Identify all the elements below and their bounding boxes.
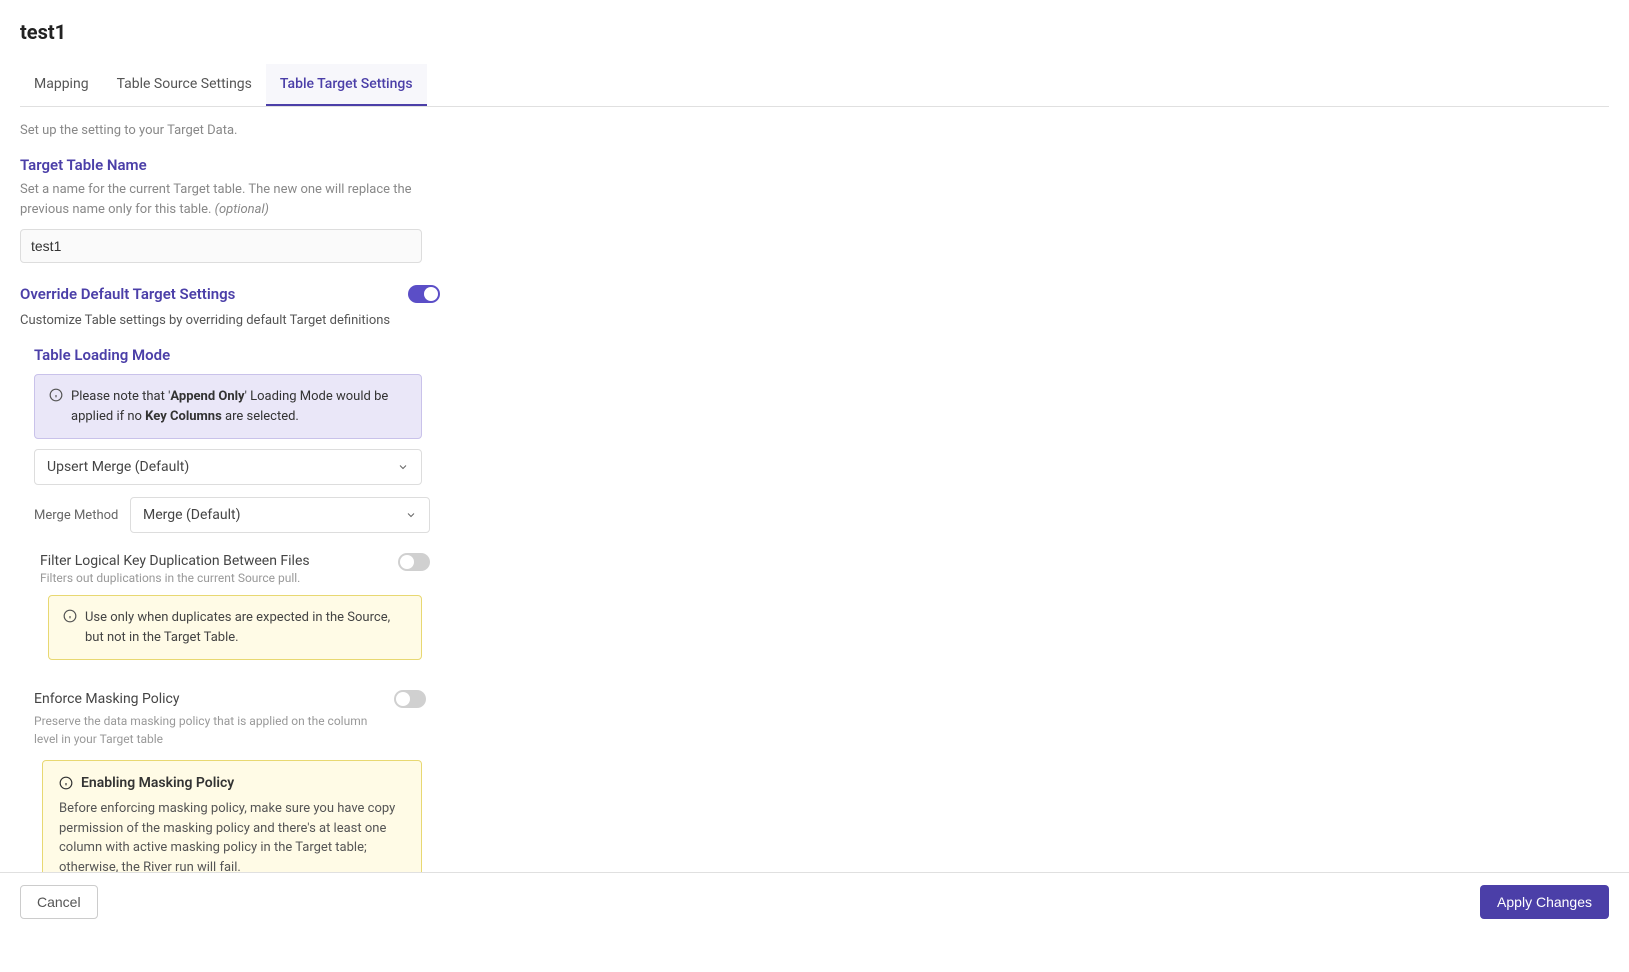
info-icon <box>63 609 77 623</box>
target-table-name-input[interactable] <box>20 229 422 263</box>
loading-mode-info: Please note that 'Append Only' Loading M… <box>34 374 422 439</box>
override-description: Customize Table settings by overriding d… <box>20 313 1609 328</box>
cancel-button[interactable]: Cancel <box>20 885 98 919</box>
loading-mode-title: Table Loading Mode <box>34 346 1609 364</box>
target-table-name-sub: Set a name for the current Target table.… <box>20 180 420 219</box>
filter-key-sub: Filters out duplications in the current … <box>40 571 1609 585</box>
merge-method-label: Merge Method <box>34 508 120 523</box>
tab-table-target-settings[interactable]: Table Target Settings <box>266 64 427 106</box>
settings-description: Set up the setting to your Target Data. <box>20 123 1609 138</box>
enforce-masking-label: Enforce Masking Policy <box>34 691 180 707</box>
filter-key-label: Filter Logical Key Duplication Between F… <box>40 553 310 569</box>
loading-mode-select[interactable]: Upsert Merge (Default) <box>34 449 422 485</box>
info-icon <box>49 388 63 402</box>
info-icon <box>59 776 73 790</box>
footer: Cancel Apply Changes <box>0 872 1629 931</box>
filter-key-toggle[interactable] <box>398 553 430 571</box>
target-table-name-title: Target Table Name <box>20 156 1609 174</box>
chevron-down-icon <box>405 509 417 521</box>
enforce-masking-toggle[interactable] <box>394 690 426 708</box>
tab-table-source-settings[interactable]: Table Source Settings <box>103 64 266 106</box>
page-title: test1 <box>20 20 1609 44</box>
enforce-masking-sub: Preserve the data masking policy that is… <box>34 712 394 748</box>
filter-key-note: Use only when duplicates are expected in… <box>48 595 422 660</box>
override-toggle[interactable] <box>408 285 440 303</box>
merge-method-select[interactable]: Merge (Default) <box>130 497 430 533</box>
tabs: Mapping Table Source Settings Table Targ… <box>20 64 1609 107</box>
tab-mapping[interactable]: Mapping <box>20 64 103 106</box>
apply-changes-button[interactable]: Apply Changes <box>1480 885 1609 919</box>
override-title: Override Default Target Settings <box>20 285 235 303</box>
chevron-down-icon <box>397 461 409 473</box>
